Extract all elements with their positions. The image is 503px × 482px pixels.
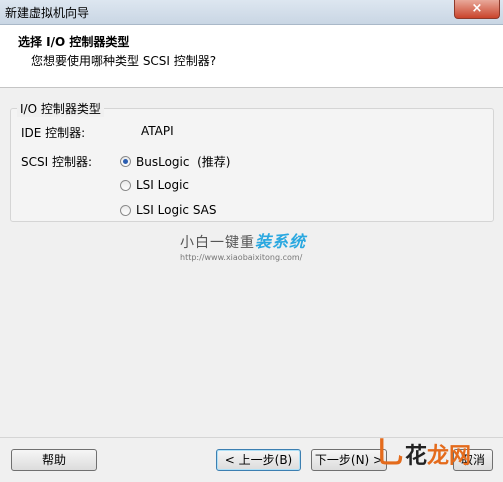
- page-title: 选择 I/O 控制器类型: [18, 35, 130, 49]
- window-title: 新建虚拟机向导: [5, 6, 90, 20]
- ide-controller-value: ATAPI: [141, 124, 174, 138]
- title-bar: 新建虚拟机向导 ×: [0, 0, 503, 25]
- radio-label: BusLogic (推荐): [136, 155, 231, 169]
- radio-label: LSI Logic SAS: [136, 203, 217, 217]
- radio-lsi-logic[interactable]: LSI Logic: [120, 178, 189, 192]
- scsi-controller-label: SCSI 控制器:: [21, 155, 93, 169]
- radio-buslogic[interactable]: BusLogic (推荐): [120, 153, 230, 170]
- radio-button[interactable]: [120, 204, 131, 216]
- watermark: 小白一键重装系统 http://www.xiaobaixitong.com/: [180, 228, 306, 262]
- radio-label: LSI Logic: [136, 178, 190, 192]
- back-button[interactable]: < 上一步(B): [216, 449, 301, 471]
- close-icon: ×: [471, 1, 483, 16]
- watermark-url: http://www.xiaobaixitong.com/: [180, 253, 303, 262]
- page-subtitle: 您想要使用哪种类型 SCSI 控制器?: [31, 54, 217, 68]
- site-logo-mark: 乚: [375, 436, 405, 471]
- wizard-header: 选择 I/O 控制器类型 您想要使用哪种类型 SCSI 控制器?: [0, 25, 503, 88]
- site-logo-name: 花: [405, 444, 428, 469]
- ide-controller-label: IDE 控制器:: [21, 126, 86, 140]
- radio-lsi-logic-sas[interactable]: LSI Logic SAS: [120, 203, 217, 217]
- close-button[interactable]: ×: [454, 0, 500, 19]
- help-button[interactable]: 帮助: [11, 449, 97, 471]
- watermark-brand: 小白一键重: [180, 235, 255, 251]
- group-legend: I/O 控制器类型: [17, 100, 104, 117]
- radio-button[interactable]: [120, 179, 131, 191]
- site-watermark-logo: 乚花龙网: [375, 438, 471, 470]
- site-logo-sub: 龙网: [427, 444, 472, 469]
- radio-button[interactable]: [120, 156, 131, 167]
- watermark-brand-accent: 装系统: [255, 232, 307, 251]
